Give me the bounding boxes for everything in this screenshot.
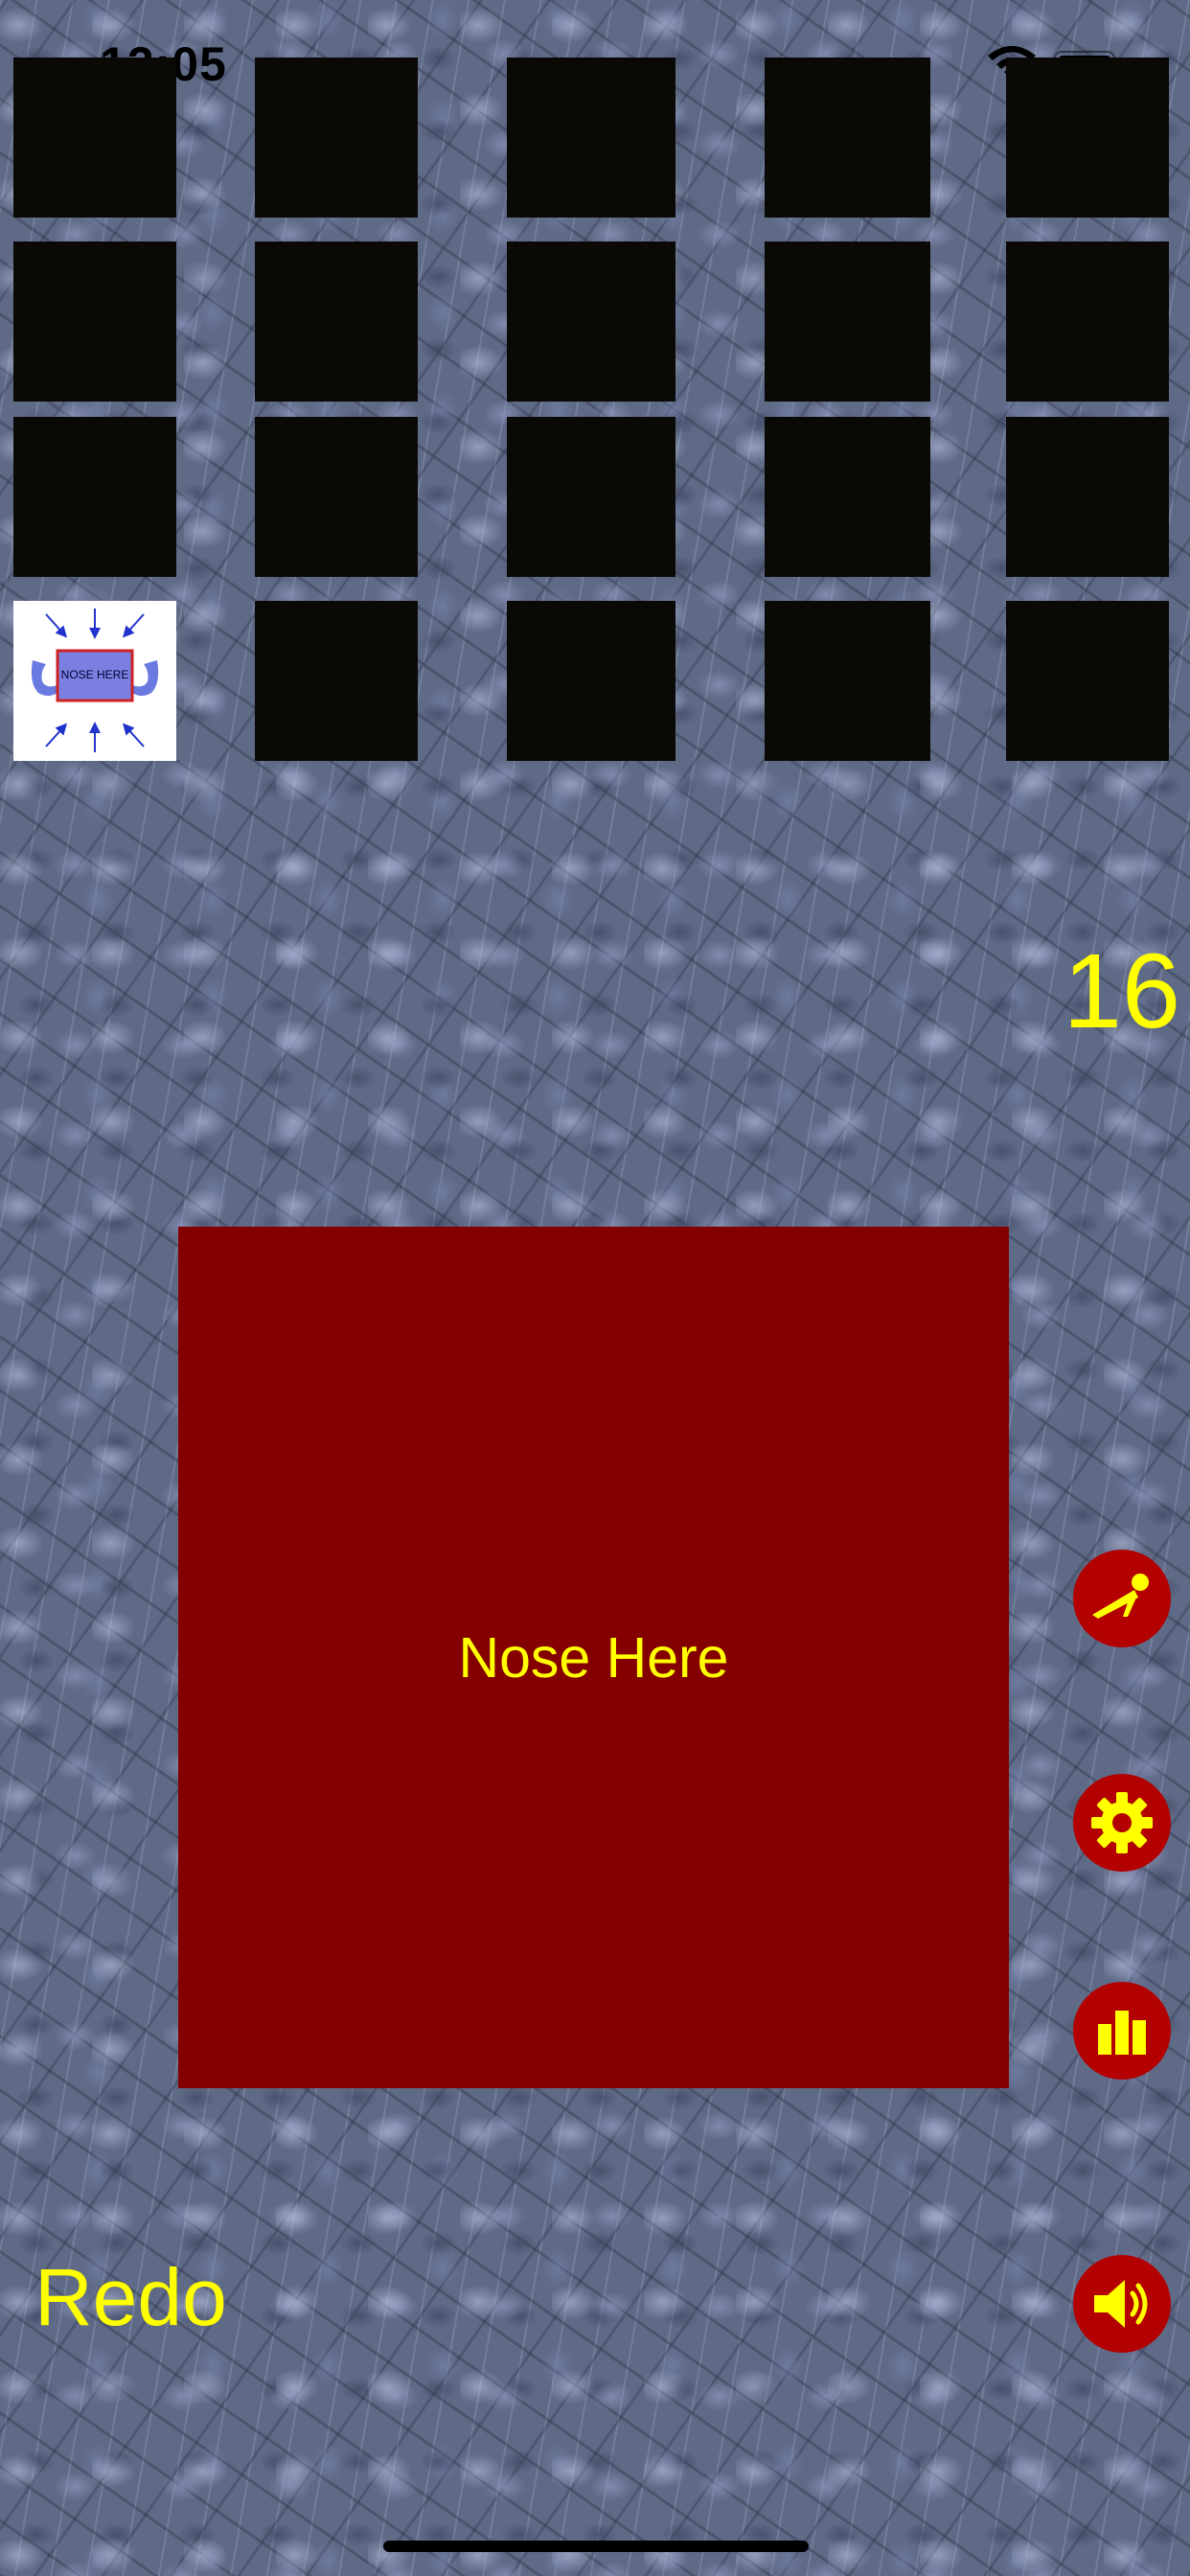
pushup-figure-icon (1092, 1574, 1149, 1619)
pushup-button[interactable] (1073, 1550, 1171, 1647)
nose-here-target-label: NOSE HERE (60, 668, 129, 681)
grid-tile[interactable] (13, 58, 176, 218)
nose-touch-area[interactable]: Nose Here (178, 1227, 1009, 2088)
grid-tile[interactable] (765, 417, 930, 577)
grid-tile[interactable] (255, 601, 418, 761)
grid-tile[interactable] (507, 601, 675, 761)
bar-chart-icon (1098, 2011, 1146, 2055)
grid-tile[interactable] (765, 242, 930, 402)
grid-tile[interactable] (255, 242, 418, 402)
grid-tile[interactable] (255, 58, 418, 218)
score-counter: 16 (1063, 932, 1180, 1050)
nose-here-target-tile[interactable]: NOSE HERE (13, 601, 176, 761)
settings-button[interactable] (1073, 1774, 1171, 1872)
redo-button[interactable]: Redo (34, 2257, 227, 2337)
stats-button[interactable] (1073, 1982, 1171, 2080)
grid-tile[interactable] (1006, 58, 1169, 218)
grid-tile[interactable] (765, 58, 930, 218)
sound-button[interactable] (1073, 2255, 1171, 2353)
grid-tile[interactable] (1006, 242, 1169, 402)
grid-tile[interactable] (1006, 417, 1169, 577)
speaker-icon (1094, 2280, 1148, 2328)
nose-here-label: Nose Here (458, 1625, 729, 1690)
grid-tile[interactable] (13, 242, 176, 402)
gear-icon (1091, 1792, 1153, 1853)
grid-tile[interactable] (1006, 601, 1169, 761)
grid-tile[interactable] (507, 417, 675, 577)
grid-tile[interactable] (507, 242, 675, 402)
grid-tile[interactable] (507, 58, 675, 218)
grid-tile[interactable] (255, 417, 418, 577)
home-indicator[interactable] (383, 2541, 809, 2552)
grid-tile[interactable] (765, 601, 930, 761)
grid-tile[interactable] (13, 417, 176, 577)
